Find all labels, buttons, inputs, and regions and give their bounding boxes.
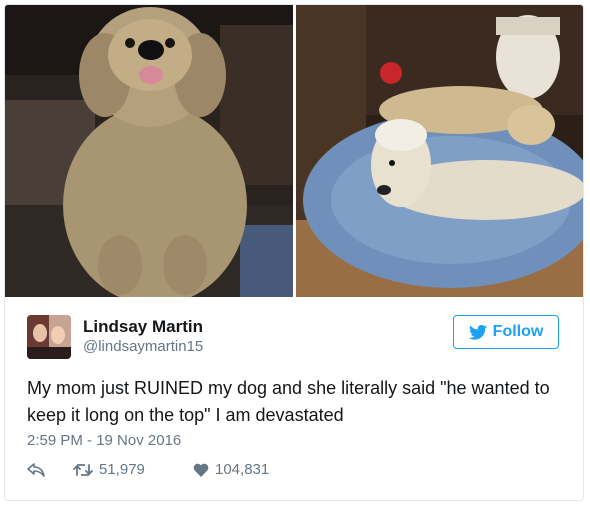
photo-poodle[interactable]	[5, 5, 293, 297]
retweet-button[interactable]: 51,979	[73, 461, 193, 478]
avatar[interactable]	[27, 315, 71, 359]
reply-button[interactable]	[27, 462, 73, 477]
photo-dogs-on-bed[interactable]	[296, 5, 583, 297]
tweet-timestamp[interactable]: 2:59 PM - 19 Nov 2016	[27, 432, 181, 449]
dogs-photo-image	[296, 5, 583, 297]
author-name[interactable]: Lindsay Martin	[83, 317, 203, 337]
author-handle[interactable]: @lindsaymartin15	[83, 338, 203, 355]
heart-icon	[193, 463, 209, 477]
tweet-card: Lindsay Martin @lindsaymartin15 Follow M…	[4, 4, 584, 501]
retweet-count: 51,979	[99, 461, 145, 478]
follow-label: Follow	[492, 323, 544, 340]
reply-icon	[27, 462, 45, 477]
tweet-text: My mom just RUINED my dog and she litera…	[27, 378, 550, 425]
poodle-photo-image	[5, 5, 293, 297]
tweet-actions: 51,979 104,831	[27, 461, 269, 478]
twitter-bird-icon	[468, 324, 487, 340]
follow-button[interactable]: Follow	[453, 315, 559, 349]
tweet-media[interactable]	[5, 5, 583, 297]
like-button[interactable]: 104,831	[193, 461, 269, 478]
retweet-icon	[73, 463, 93, 476]
avatar-image	[27, 315, 71, 359]
like-count: 104,831	[215, 461, 270, 478]
